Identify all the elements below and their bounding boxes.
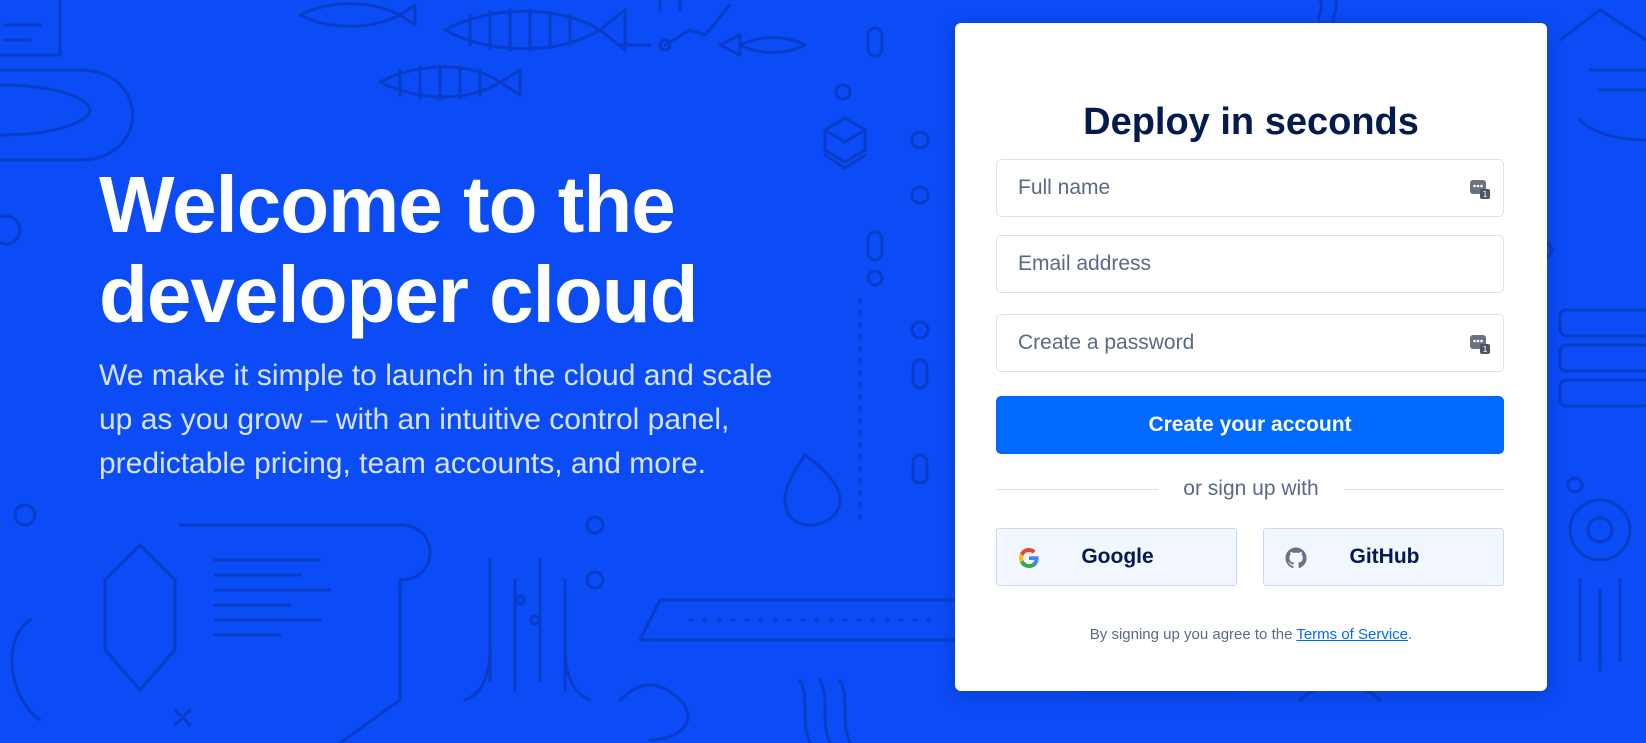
google-signup-button[interactable]: Google xyxy=(996,528,1237,586)
google-label: Google xyxy=(1081,545,1154,568)
terms-of-service-link[interactable]: Terms of Service xyxy=(1296,626,1408,643)
password-input[interactable] xyxy=(997,315,1503,371)
hero-headline: Welcome to the developer cloud xyxy=(99,160,779,340)
terms-prefix: By signing up you agree to the xyxy=(1089,626,1293,643)
svg-text:1: 1 xyxy=(1482,190,1487,199)
hero-headline-line2: developer cloud xyxy=(99,250,698,339)
terms-notice: By signing up you agree to the Terms of … xyxy=(955,625,1547,645)
password-field: 1 xyxy=(996,314,1504,372)
svg-text:1: 1 xyxy=(1482,345,1487,354)
divider-line-right xyxy=(1344,489,1504,490)
signup-card: Deploy in seconds 1 1 xyxy=(955,23,1547,691)
password-manager-icon[interactable]: 1 xyxy=(1469,178,1491,200)
full-name-field: 1 xyxy=(996,159,1504,217)
email-field xyxy=(996,235,1504,293)
hero-copy: Welcome to the developer cloud We make i… xyxy=(99,160,779,486)
create-account-button[interactable]: Create your account xyxy=(996,396,1504,454)
full-name-input[interactable] xyxy=(997,160,1503,216)
email-input[interactable] xyxy=(997,236,1503,292)
signup-title: Deploy in seconds xyxy=(1083,101,1419,143)
github-signup-button[interactable]: GitHub xyxy=(1263,528,1504,586)
password-manager-icon[interactable]: 1 xyxy=(1469,333,1491,355)
terms-suffix: . xyxy=(1408,626,1413,643)
hero-section: Welcome to the developer cloud We make i… xyxy=(0,0,1646,743)
hero-headline-line1: Welcome to the xyxy=(99,160,676,249)
hero-subcopy: We make it simple to launch in the cloud… xyxy=(99,359,773,480)
github-label: GitHub xyxy=(1349,545,1420,568)
